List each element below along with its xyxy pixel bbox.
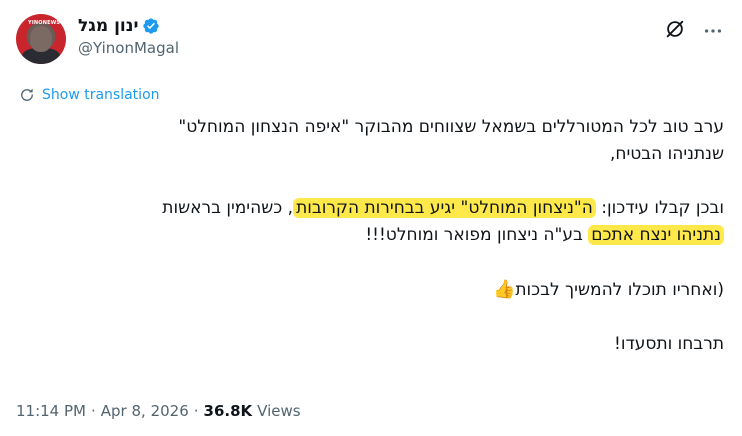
tweet-text: ערב טוב לכל המטורללים בשמאל שצווחים מהבו…: [16, 114, 724, 358]
tweet-header: YINONEWS ינון מגל @YinonMagal: [16, 14, 726, 64]
tweet-line: תרבחו ותסעדו!: [16, 331, 724, 358]
tweet-line: ערב טוב לכל המטורללים בשמאל שצווחים מהבו…: [16, 114, 724, 141]
views-label: Views: [257, 402, 301, 420]
highlighted-text: ה"ניצחון המוחלט" יגיע בבחירות הקרובות: [293, 198, 596, 218]
tweet-line: שנתניהו הבטיח,: [16, 141, 724, 168]
tweet-line: (ואחריו תוכלו להמשיך לבכות👍: [16, 276, 724, 304]
tweet-text-span: ובכן קבלו עידכון:: [595, 198, 724, 218]
grok-icon[interactable]: [664, 18, 686, 40]
show-translation-link[interactable]: Show translation: [18, 86, 160, 104]
tweet-line: ובכן קבלו עידכון: ה"ניצחון המוחלט" יגיע …: [16, 195, 724, 222]
tweet-text-span: (ואחריו תוכלו להמשיך לבכות: [515, 280, 724, 300]
highlighted-text: נתניהו ינצח אתכם: [588, 225, 724, 245]
more-icon[interactable]: [702, 20, 724, 42]
verified-badge-icon[interactable]: [142, 17, 160, 35]
separator: ·: [193, 402, 199, 420]
views-count[interactable]: 36.8K: [204, 402, 253, 420]
tweet-text-span: ערב טוב לכל המטורללים בשמאל שצווחים מהבו…: [178, 117, 724, 137]
timestamp-time[interactable]: 11:14 PM: [16, 402, 86, 420]
timestamp-date[interactable]: Apr 8, 2026: [101, 402, 189, 420]
avatar-face: [30, 26, 52, 52]
display-name[interactable]: ינון מגל: [78, 16, 138, 36]
separator: ·: [90, 402, 96, 420]
translate-icon: [21, 88, 33, 101]
avatar-tag: YINONEWS: [28, 20, 61, 26]
show-translation-label[interactable]: Show translation: [42, 87, 160, 103]
thumbs-up-emoji: 👍: [492, 279, 516, 300]
handle[interactable]: @YinonMagal: [78, 39, 179, 57]
tweet-text-span: בע"ה ניצחון מפואר ומוחלט!!!: [365, 225, 589, 245]
author-names: ינון מגל @YinonMagal: [78, 16, 179, 57]
tweet-meta: 11:14 PM · Apr 8, 2026 · 36.8K Views: [16, 402, 301, 420]
tweet-line: נתניהו ינצח אתכם בע"ה ניצחון מפואר ומוחל…: [16, 222, 724, 249]
avatar[interactable]: YINONEWS: [16, 14, 66, 64]
tweet-text-span: , כשהימין בראשות: [162, 198, 294, 218]
name-row: ינון מגל: [78, 16, 179, 36]
tweet-text-span: שנתניהו הבטיח,: [609, 144, 724, 164]
tweet-text-span: תרבחו ותסעדו!: [614, 334, 724, 354]
